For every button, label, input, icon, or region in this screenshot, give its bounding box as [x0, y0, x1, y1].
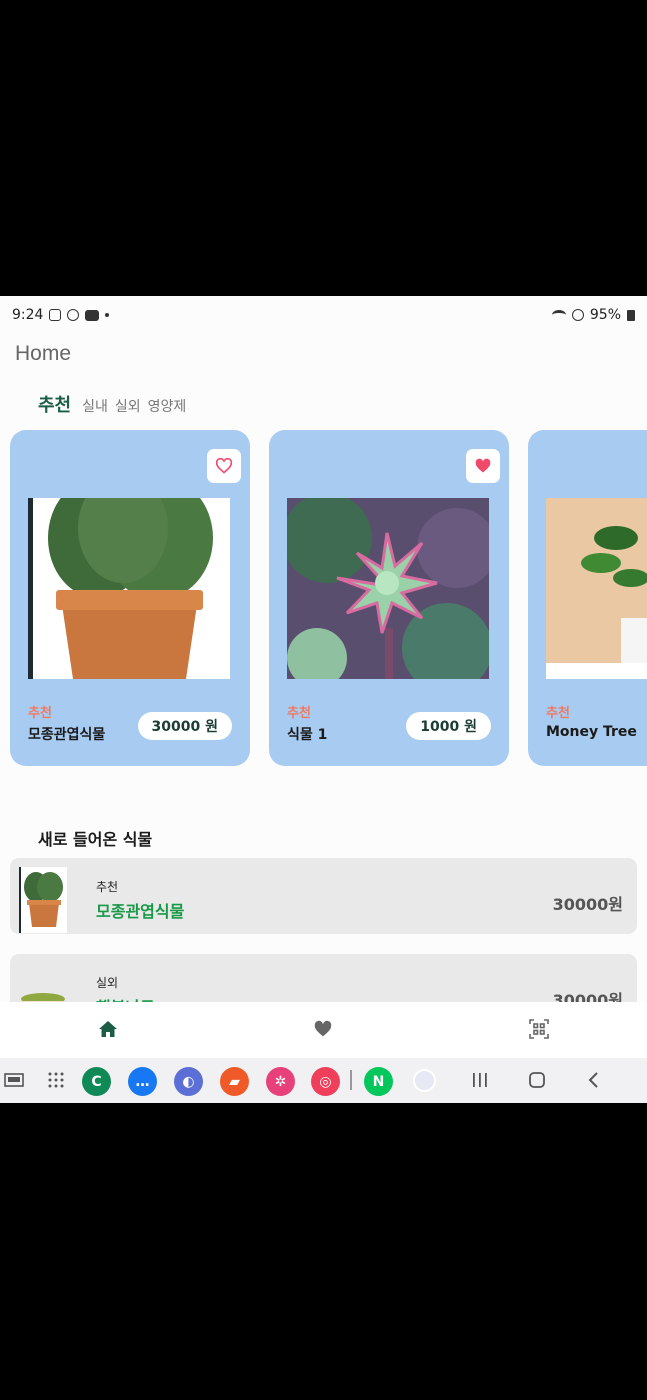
app-icon[interactable]: N — [364, 1067, 393, 1096]
tab-indoor[interactable]: 실내 — [82, 396, 108, 416]
bottom-nav — [0, 1002, 647, 1058]
product-name: 모종관엽식물 — [28, 727, 106, 743]
tab-nutrients[interactable]: 영양제 — [148, 396, 187, 416]
home-icon — [99, 1021, 117, 1037]
list-item-image — [19, 867, 67, 933]
list-item-name: 모종관엽식물 — [96, 902, 185, 921]
status-bar: 9:24 95% — [0, 296, 647, 334]
favorite-button[interactable] — [466, 449, 500, 483]
product-card[interactable]: 추천 식물 1 1000 원 — [269, 430, 509, 766]
nav-favorites-button[interactable] — [310, 1016, 336, 1042]
tab-outdoor[interactable]: 실외 — [115, 396, 141, 416]
product-category: 추천 — [287, 706, 311, 721]
product-image — [546, 498, 647, 679]
status-time: 9:24 — [12, 307, 44, 323]
product-carousel[interactable]: 추천 모종관엽식물 30000 원 추천 식물 1 1000 원 추천 Mone… — [10, 430, 647, 766]
system-taskbar: C … ◐ ▰ ✲ ◎ N — [0, 1058, 647, 1103]
do-not-disturb-icon — [571, 309, 584, 321]
list-item-price: 30000원 — [552, 895, 623, 914]
category-tabs: 추천 실내 실외 영양제 — [38, 391, 186, 417]
qr-scan-icon — [529, 1019, 549, 1039]
product-category: 추천 — [28, 706, 52, 721]
tab-recommended[interactable]: 추천 — [38, 391, 71, 417]
app-drawer-icon[interactable] — [47, 1071, 65, 1089]
youtube-icon — [85, 309, 100, 321]
product-name: 식물 1 — [287, 727, 328, 743]
list-item[interactable]: 추천 모종관엽식물 30000원 — [10, 858, 637, 934]
heart-filled-icon — [475, 458, 491, 473]
app-icon[interactable]: ▰ — [220, 1067, 249, 1096]
product-name: Money Tree — [546, 724, 637, 740]
app-icon[interactable]: … — [128, 1067, 157, 1096]
product-price: 1000 원 — [406, 712, 491, 740]
screenshot-icon — [49, 309, 62, 321]
product-price: 30000 원 — [137, 712, 232, 740]
recent-apps-icon[interactable] — [471, 1072, 489, 1088]
list-item-category: 실외 — [96, 976, 119, 990]
assistant-icon[interactable] — [413, 1069, 436, 1092]
wifi-icon — [551, 310, 566, 320]
battery-percent: 95% — [589, 307, 621, 323]
new-plants-title: 새로 들어온 식물 — [38, 830, 153, 849]
product-image — [287, 498, 489, 679]
keyboard-icon[interactable] — [4, 1072, 24, 1088]
page-title: Home — [15, 342, 72, 365]
product-card[interactable]: 추천 Money Tree — [528, 430, 647, 766]
favorite-button[interactable] — [207, 449, 241, 483]
product-image — [28, 498, 230, 679]
back-icon[interactable] — [587, 1071, 601, 1089]
battery-icon — [627, 309, 635, 321]
notification-dot-icon — [105, 313, 110, 317]
nav-scan-button[interactable] — [526, 1016, 552, 1042]
taskbar-divider — [350, 1070, 352, 1090]
product-category: 추천 — [546, 706, 570, 721]
app-icon[interactable]: ✲ — [266, 1067, 295, 1096]
home-nav-icon[interactable] — [528, 1071, 546, 1089]
list-item-category: 추천 — [96, 880, 119, 894]
sync-icon — [67, 309, 80, 321]
app-screen: 9:24 95% Home 추천 실내 실외 영양제 추천 모종관엽식물 300… — [0, 296, 647, 1103]
nav-home-button[interactable] — [95, 1016, 121, 1042]
heart-outline-icon — [215, 458, 233, 474]
heart-icon — [314, 1020, 332, 1037]
app-icon[interactable]: C — [82, 1067, 111, 1096]
app-icon[interactable]: ◐ — [174, 1067, 203, 1096]
app-icon[interactable]: ◎ — [311, 1067, 340, 1096]
product-card[interactable]: 추천 모종관엽식물 30000 원 — [10, 430, 250, 766]
